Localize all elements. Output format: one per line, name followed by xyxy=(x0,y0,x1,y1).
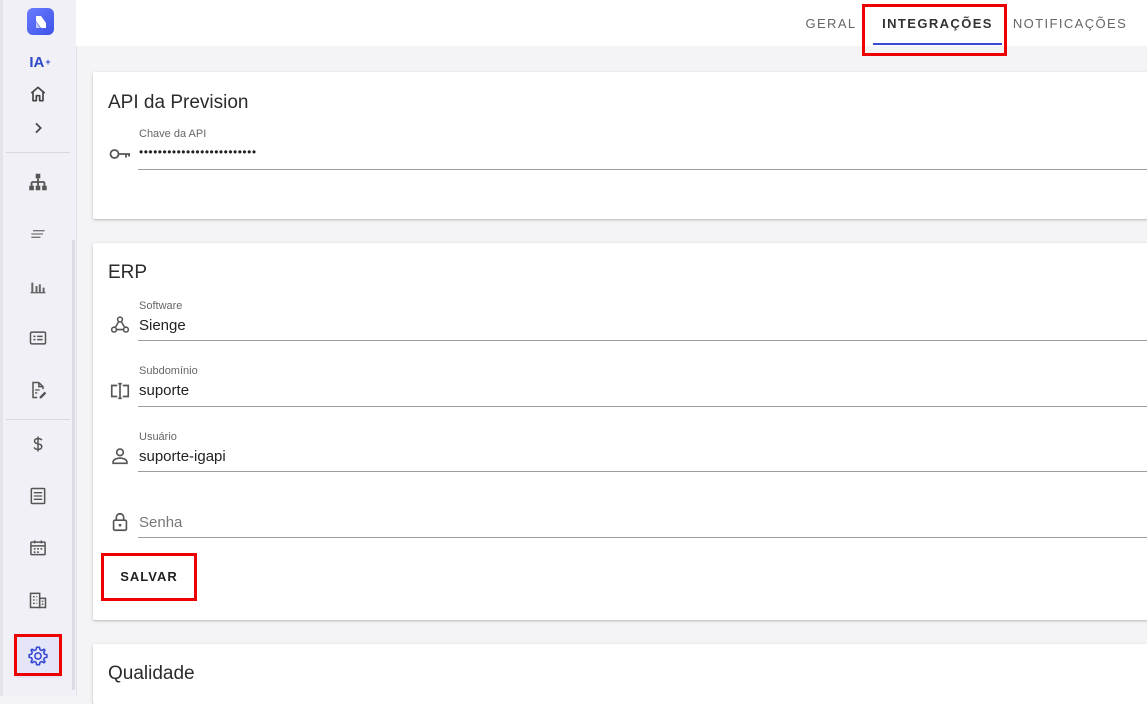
ia-label: IA xyxy=(29,53,45,71)
bar-chart-icon xyxy=(30,282,46,294)
api-card-title: API da Prevision xyxy=(108,92,249,113)
highlight-save-box xyxy=(101,553,197,601)
software-label: Software xyxy=(139,300,183,312)
software-select[interactable]: Sienge xyxy=(139,317,186,334)
dollar-icon xyxy=(33,436,43,452)
sidebar-item-reports[interactable] xyxy=(14,264,62,308)
lines-icon xyxy=(31,230,45,238)
chevron-right-icon xyxy=(35,122,42,134)
webhook-icon xyxy=(108,313,132,337)
sidebar-item-buildings[interactable] xyxy=(14,578,62,622)
quality-card-title: Qualidade xyxy=(108,663,195,684)
api-key-input[interactable]: ••••••••••••••••••••••••• xyxy=(139,145,257,159)
text-field-icon xyxy=(108,379,132,403)
sidebar-item-forms[interactable] xyxy=(14,474,62,518)
calendar-icon xyxy=(30,540,46,556)
logo-mark-icon xyxy=(35,15,46,28)
ia-sparkle-icon: + xyxy=(45,57,51,67)
sidebar-divider xyxy=(6,152,70,153)
home-icon xyxy=(30,86,46,102)
tab-notificacoes[interactable]: NOTIFICAÇÕES xyxy=(1010,0,1130,46)
user-input[interactable]: suporte-igapi xyxy=(139,448,226,465)
password-underline xyxy=(138,537,1147,538)
quality-card: Qualidade xyxy=(93,644,1147,704)
sidebar-edge xyxy=(0,0,3,696)
api-prevision-card: API da Prevision Chave da API ••••••••••… xyxy=(93,72,1147,219)
api-key-label: Chave da API xyxy=(139,128,207,140)
sidebar-item-documents[interactable] xyxy=(14,368,62,412)
subdomain-label: Subdomínio xyxy=(139,365,198,377)
key-icon xyxy=(108,142,132,166)
building-icon xyxy=(29,592,47,609)
sidebar-item-list[interactable] xyxy=(14,212,62,256)
sidebar-item-calendar[interactable] xyxy=(14,526,62,570)
person-icon xyxy=(108,444,132,468)
ia-assistant-button[interactable]: IA + xyxy=(20,52,60,72)
tab-geral[interactable]: GERAL xyxy=(792,0,870,46)
subdomain-underline xyxy=(138,406,1147,407)
org-chart-icon xyxy=(29,173,47,191)
user-underline xyxy=(138,471,1147,472)
card-list-icon xyxy=(29,331,47,345)
software-underline xyxy=(138,340,1147,341)
sidebar-item-structure[interactable] xyxy=(14,160,62,204)
sidebar-item-finance[interactable] xyxy=(14,422,62,466)
sidebar-expand-button[interactable] xyxy=(14,106,62,150)
subdomain-input[interactable]: suporte xyxy=(139,382,189,399)
erp-card: ERP Software Sienge Subdomínio suporte U… xyxy=(93,243,1147,620)
form-icon xyxy=(30,487,46,505)
document-edit-icon xyxy=(32,381,47,399)
sidebar-divider xyxy=(6,419,70,420)
api-key-underline xyxy=(138,169,1147,170)
lock-icon xyxy=(108,510,132,534)
highlight-settings-box xyxy=(14,634,62,676)
password-input[interactable]: Senha xyxy=(139,514,182,531)
user-label: Usuário xyxy=(139,431,177,443)
sidebar-item-cards[interactable] xyxy=(14,316,62,360)
app-logo[interactable] xyxy=(27,8,54,35)
erp-card-title: ERP xyxy=(108,262,148,283)
highlight-integracoes-tab-box xyxy=(862,4,1007,56)
sidebar-scrollbar[interactable] xyxy=(72,240,75,690)
sidebar: IA + xyxy=(0,0,77,696)
